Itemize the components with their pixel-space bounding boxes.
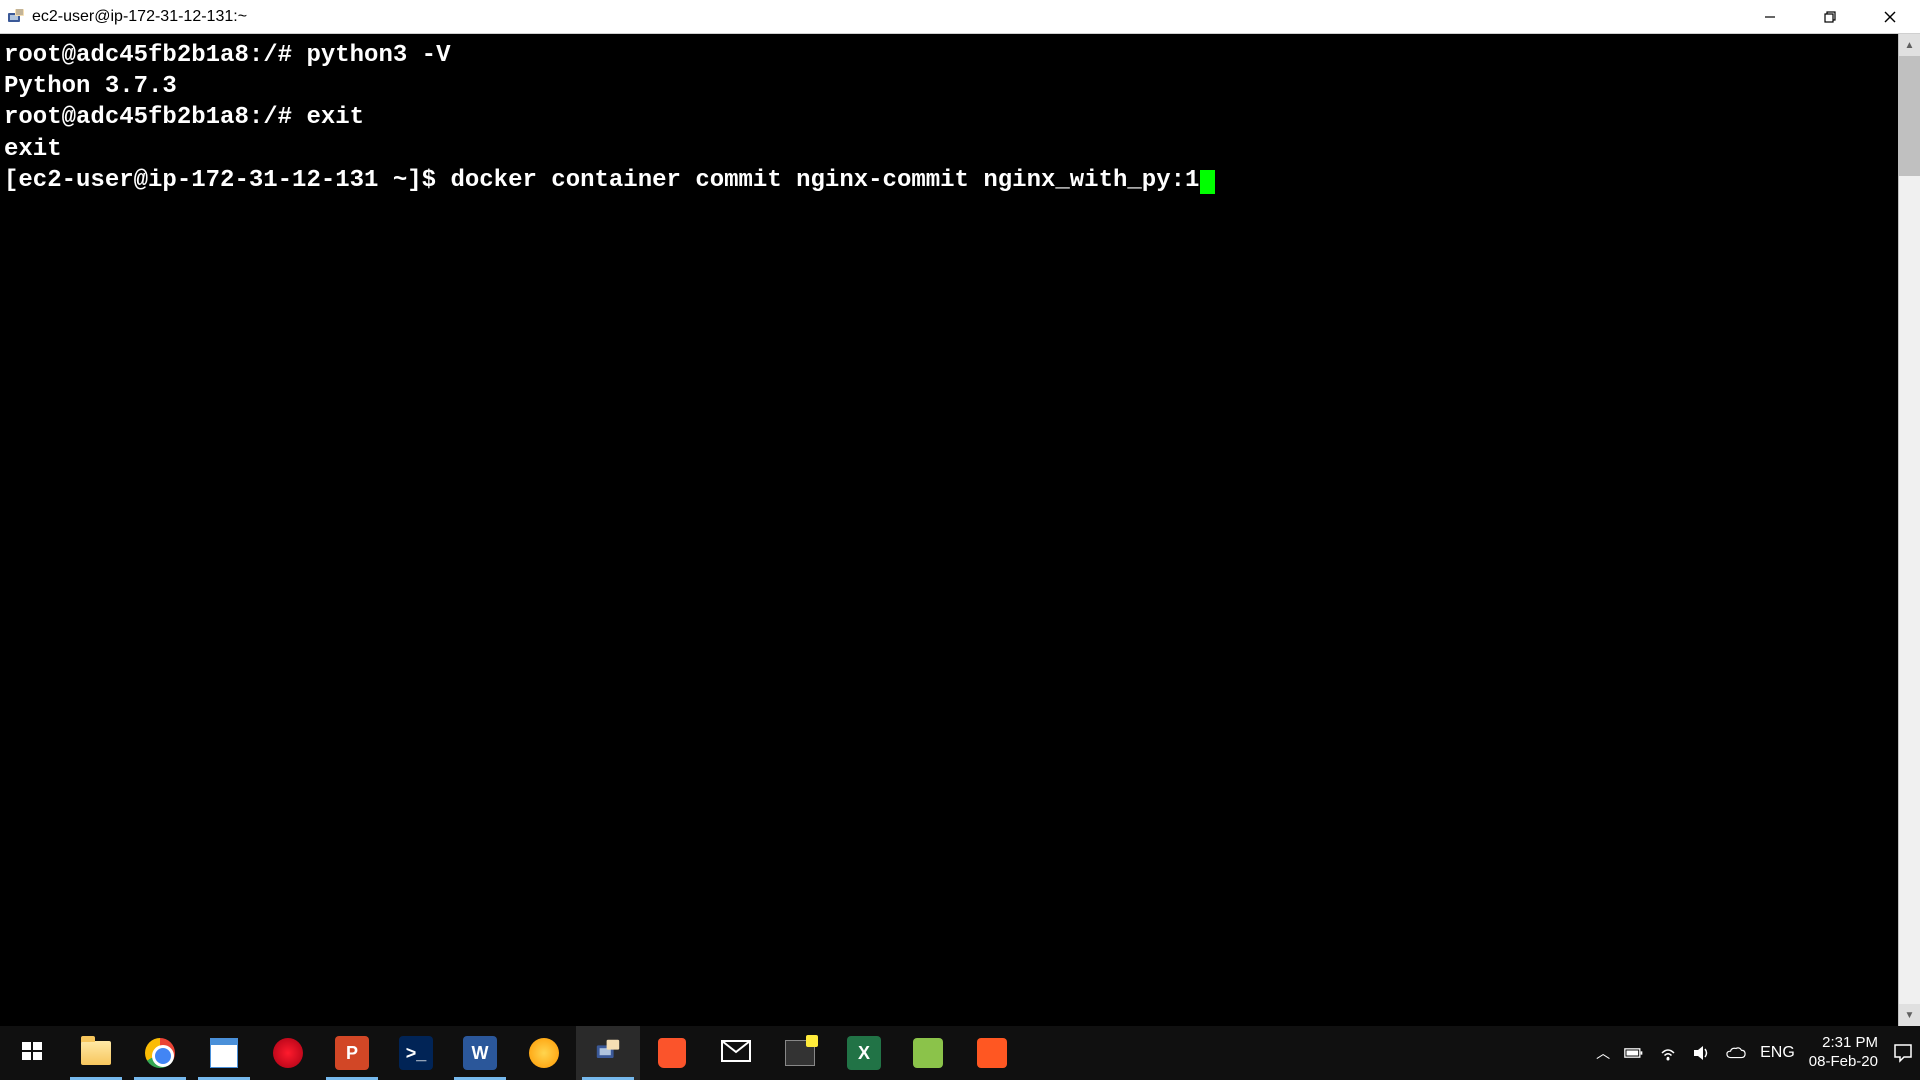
window-controls [1740,0,1920,33]
start-button[interactable] [0,1026,64,1080]
scroll-up-arrow-icon[interactable]: ▲ [1899,34,1920,56]
taskbar: P >_ W [0,1026,1920,1080]
excel-icon: X [847,1036,881,1070]
taskbar-word[interactable]: W [448,1026,512,1080]
taskbar-right: ︿ ENG 2:31 PM 08-Feb-20 [1596,1026,1920,1080]
opera-icon [273,1038,303,1068]
windows-logo-icon [20,1039,44,1068]
taskbar-notepadpp[interactable] [192,1026,256,1080]
volume-icon[interactable] [1692,1043,1712,1063]
terminal-line: [ec2-user@ip-172-31-12-131 ~]$ docker co… [4,165,1894,196]
terminal-line: root@adc45fb2b1a8:/# python3 -V [4,40,1894,71]
generic-app-icon [529,1038,559,1068]
close-button[interactable] [1860,0,1920,33]
putty-app-icon [6,7,26,27]
word-icon: W [463,1036,497,1070]
taskbar-mail[interactable] [704,1026,768,1080]
taskbar-file-explorer[interactable] [64,1026,128,1080]
powershell-icon: >_ [399,1036,433,1070]
terminal-scrollbar[interactable]: ▲ ▼ [1898,34,1920,1026]
taskbar-opera[interactable] [256,1026,320,1080]
terminal-line: Python 3.7.3 [4,71,1894,102]
green-app-icon [913,1038,943,1068]
scrollbar-thumb[interactable] [1899,56,1920,176]
brave-icon [658,1038,686,1068]
onedrive-icon[interactable] [1726,1043,1746,1063]
notepadpp-icon [210,1038,238,1068]
maximize-button[interactable] [1800,0,1860,33]
taskbar-remote-tool[interactable] [768,1026,832,1080]
taskbar-recorder[interactable] [960,1026,1024,1080]
taskbar-powershell[interactable]: >_ [384,1026,448,1080]
clock-date: 08-Feb-20 [1809,1053,1878,1072]
putty-icon [594,1037,622,1070]
terminal-window: root@adc45fb2b1a8:/# python3 -VPython 3.… [0,34,1920,1026]
taskbar-camtasia[interactable] [896,1026,960,1080]
remote-tool-icon [785,1040,815,1066]
taskbar-chrome[interactable] [128,1026,192,1080]
tray-chevron-up-icon[interactable]: ︿ [1596,1043,1610,1063]
window-titlebar: ec2-user@ip-172-31-12-131:~ [0,0,1920,34]
taskbar-left: P >_ W [0,1026,1024,1080]
battery-icon[interactable] [1624,1043,1644,1063]
chrome-icon [145,1038,175,1068]
scroll-down-arrow-icon[interactable]: ▼ [1899,1004,1920,1026]
taskbar-excel[interactable]: X [832,1026,896,1080]
wifi-icon[interactable] [1658,1043,1678,1063]
taskbar-app-generic[interactable] [512,1026,576,1080]
titlebar-left: ec2-user@ip-172-31-12-131:~ [0,7,247,27]
taskbar-powerpoint[interactable]: P [320,1026,384,1080]
taskbar-clock[interactable]: 2:31 PM 08-Feb-20 [1809,1034,1878,1072]
terminal-line: exit [4,134,1894,165]
terminal-content[interactable]: root@adc45fb2b1a8:/# python3 -VPython 3.… [0,34,1898,1026]
taskbar-putty[interactable] [576,1026,640,1080]
folder-icon [81,1041,111,1065]
terminal-line: root@adc45fb2b1a8:/# exit [4,102,1894,133]
terminal-cursor [1200,170,1215,194]
window-title: ec2-user@ip-172-31-12-131:~ [32,8,247,26]
action-center-icon[interactable] [1892,1042,1914,1064]
powerpoint-icon: P [335,1036,369,1070]
minimize-button[interactable] [1740,0,1800,33]
clock-time: 2:31 PM [1809,1034,1878,1053]
taskbar-brave[interactable] [640,1026,704,1080]
language-indicator[interactable]: ENG [1760,1044,1795,1062]
mail-icon [721,1040,751,1067]
orange-app-icon [977,1038,1007,1068]
